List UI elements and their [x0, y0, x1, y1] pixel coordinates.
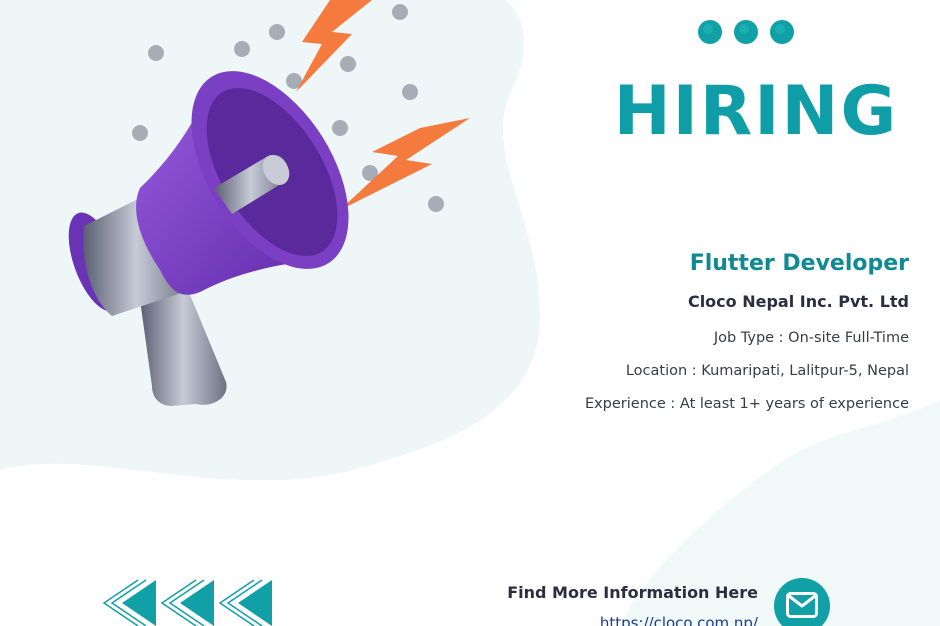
- hiring-heading: HIRING: [613, 72, 899, 151]
- mail-icon: [786, 592, 818, 618]
- job-type: Job Type : On-site Full-Time: [713, 330, 909, 346]
- megaphone-illustration: [68, 0, 470, 406]
- double-chevron-left-icon: [102, 579, 272, 626]
- job-title: Flutter Developer: [689, 251, 909, 276]
- job-experience: Experience : At least 1+ years of experi…: [584, 396, 909, 412]
- mail-button[interactable]: [774, 578, 830, 626]
- find-more-heading: Find More Information Here: [507, 583, 758, 602]
- job-location: Location : Kumaripati, Lalitpur-5, Nepal: [625, 363, 909, 379]
- three-dots-icon: [698, 20, 794, 44]
- hiring-poster: HIRING Flutter Developer Cloco Nepal Inc…: [0, 0, 940, 626]
- website-link[interactable]: https://cloco.com.np/: [600, 612, 758, 626]
- job-details: Flutter Developer Cloco Nepal Inc. Pvt. …: [489, 246, 909, 421]
- company-name: Cloco Nepal Inc. Pvt. Ltd: [687, 292, 909, 311]
